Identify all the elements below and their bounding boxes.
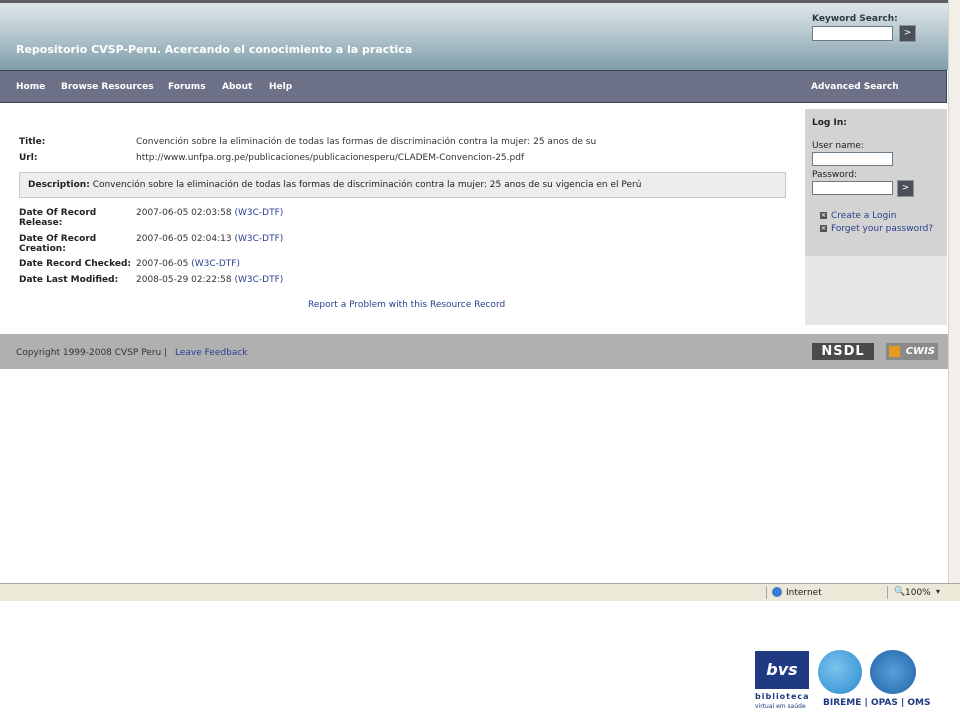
nav-about[interactable]: About [222,82,252,92]
checked-date-label: Date Record Checked: [19,259,131,269]
zoom-level[interactable]: 100% [905,588,931,598]
description-box: Description: Convención sobre la elimina… [19,172,786,198]
bvs-logo-name: biblioteca [755,692,810,701]
cwis-mark-icon [889,346,900,357]
copyright-text: Copyright 1999-2008 CVSP Peru | [16,348,168,358]
main-navbar: Home Browse Resources Forums About Help … [0,70,947,103]
creation-date-value: 2007-06-05 02:04:13 (W3C-DTF) [136,234,283,244]
title-label: Title: [19,137,46,147]
login-go-button[interactable]: > [897,180,914,197]
checked-date-value: 2007-06-05 (W3C-DTF) [136,259,240,269]
bullet-x-icon: ✕ [820,225,827,232]
browser-status-bar: Internet 🔍 100% ▾ [0,583,960,601]
keyword-search-go-button[interactable]: > [899,25,916,42]
zoom-dropdown-icon[interactable]: ▾ [936,587,940,596]
title-value-link[interactable]: Convención sobre la eliminación de todas… [136,137,596,147]
internet-zone-icon [772,587,782,597]
zoom-magnifier-icon[interactable]: 🔍 [894,587,905,597]
password-input[interactable] [812,181,893,195]
leave-feedback-link[interactable]: Leave Feedback [175,348,248,358]
internet-zone-text: Internet [786,588,822,598]
description-label: Description: [28,180,90,190]
organizations-text: BIREME | OPAS | OMS [823,698,931,708]
nsdl-logo[interactable]: NSDL [812,343,874,360]
nav-forums[interactable]: Forums [168,82,206,92]
modified-date-text: 2008-05-29 02:22:58 [136,275,232,285]
keyword-search-input[interactable] [812,26,893,41]
cwis-logo[interactable]: CWIS [886,343,938,360]
bvs-logo-mark: bvs [755,651,809,689]
release-date-label: Date Of Record Release: [19,208,97,228]
nav-advanced-search[interactable]: Advanced Search [811,82,899,92]
login-panel-lower [805,256,947,325]
creation-date-text: 2007-06-05 02:04:13 [136,234,232,244]
who-emblem-icon [870,650,916,694]
bvs-logo-subtitle: virtual em saúde [755,703,806,710]
keyword-search-label: Keyword Search: [812,14,898,24]
checked-w3c-link[interactable]: (W3C-DTF) [191,259,240,269]
password-label: Password: [812,170,858,180]
create-login-text: Create a Login [831,211,897,221]
modified-date-value: 2008-05-29 02:22:58 (W3C-DTF) [136,275,283,285]
browser-viewport: Repositorio CVSP-Peru. Acercando el cono… [0,0,960,600]
release-date-value: 2007-06-05 02:03:58 (W3C-DTF) [136,208,283,218]
nav-help[interactable]: Help [269,82,292,92]
create-login-link[interactable]: ✕ Create a Login [820,211,896,221]
bvs-logo: bvs biblioteca virtual em saúde [755,651,809,711]
forgot-password-text: Forget your password? [831,224,934,234]
description-text: Description: Convención sobre la elimina… [28,180,641,190]
cwis-logo-text: CWIS [905,346,935,357]
status-divider [887,586,888,599]
login-panel: Log In: User name: Password: > ✕ Create a… [805,109,947,325]
username-label: User name: [812,141,864,151]
bullet-x-icon: ✕ [820,212,827,219]
site-footer: Copyright 1999-2008 CVSP Peru | Leave Fe… [0,334,948,369]
creation-w3c-link[interactable]: (W3C-DTF) [234,234,283,244]
nav-home[interactable]: Home [16,82,45,92]
release-date-text: 2007-06-05 02:03:58 [136,208,232,218]
login-title: Log In: [812,118,847,128]
forgot-password-link[interactable]: ✕ Forget your password? [820,224,933,234]
description-value: Convención sobre la eliminación de todas… [92,180,642,190]
url-value-link[interactable]: http://www.unfpa.org.pe/publicaciones/pu… [136,153,524,163]
checked-date-text: 2007-06-05 [136,259,189,269]
nav-browse-resources[interactable]: Browse Resources [61,82,154,92]
bireme-globe-icon [818,650,862,694]
site-title: Repositorio CVSP-Peru. Acercando el cono… [16,43,413,56]
creation-date-label: Date Of Record Creation: [19,234,97,254]
url-label: Url: [19,153,38,163]
vertical-scrollbar[interactable] [948,0,960,583]
release-w3c-link[interactable]: (W3C-DTF) [234,208,283,218]
status-divider [766,586,767,599]
report-problem-link[interactable]: Report a Problem with this Resource Reco… [308,300,505,310]
modified-w3c-link[interactable]: (W3C-DTF) [234,275,283,285]
modified-date-label: Date Last Modified: [19,275,119,285]
site-header: Repositorio CVSP-Peru. Acercando el cono… [0,3,948,70]
username-input[interactable] [812,152,893,166]
